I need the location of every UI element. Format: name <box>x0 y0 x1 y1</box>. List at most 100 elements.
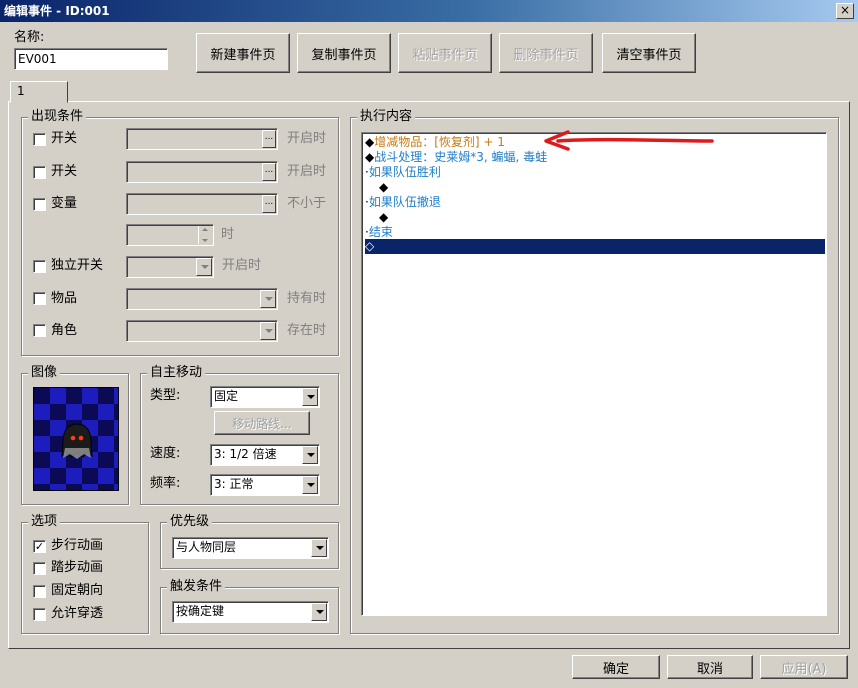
variable-browse-button[interactable]: ... <box>262 195 276 213</box>
stepper-arrows[interactable] <box>198 226 212 244</box>
move-freq-select[interactable]: 3: 正常 <box>210 474 320 496</box>
checkmark-icon: ✓ <box>34 540 45 553</box>
priority-title: 优先级 <box>167 514 213 530</box>
stepping-anim-checkbox[interactable] <box>33 562 46 575</box>
command-row[interactable]: ·如果队伍胜利 <box>365 165 825 180</box>
actor-checkbox[interactable] <box>33 324 46 337</box>
self-switch-suffix: 开启时 <box>222 258 262 273</box>
close-button[interactable]: × <box>836 3 854 19</box>
clear-page-button[interactable]: 清空事件页 <box>602 33 696 73</box>
cancel-button[interactable]: 取消 <box>667 655 753 679</box>
switch2-checkbox[interactable] <box>33 166 46 179</box>
graphic-title: 图像 <box>28 365 61 381</box>
move-type-label: 类型: <box>150 388 181 403</box>
move-freq-label: 频率: <box>150 476 181 491</box>
variable-value-stepper[interactable] <box>126 224 214 246</box>
command-bullet: ◆ <box>379 180 389 194</box>
command-text: 如果队伍撤退 <box>368 195 441 209</box>
trigger-select[interactable]: 按确定键 <box>172 601 329 623</box>
command-row[interactable]: ◆ <box>365 210 825 225</box>
priority-value: 与人物同层 <box>176 540 237 554</box>
window-title: 编辑事件 - ID:001 <box>4 4 110 18</box>
command-row[interactable]: ◆ <box>365 180 825 195</box>
chevron-down-icon <box>302 388 318 406</box>
item-select[interactable] <box>126 288 278 310</box>
switch2-browse-button[interactable]: ... <box>262 163 276 181</box>
chevron-down-icon <box>260 290 276 308</box>
new-page-button[interactable]: 新建事件页 <box>196 33 290 73</box>
move-freq-value: 3: 正常 <box>214 477 254 491</box>
chevron-down-icon <box>302 446 318 464</box>
tab-page-1[interactable]: 1 <box>10 81 68 103</box>
command-list[interactable]: ◆增减物品：[恢复剂] + 1 ◆战斗处理：史莱姆*3, 蝙蝠, 毒蛙 ·如果队… <box>361 132 827 616</box>
switch1-checkbox[interactable] <box>33 133 46 146</box>
move-type-value: 固定 <box>214 389 239 403</box>
self-switch-label: 独立开关 <box>51 258 104 273</box>
name-input[interactable]: EV001 <box>14 48 168 70</box>
through-label: 允许穿透 <box>51 606 104 621</box>
move-route-button[interactable]: 移动路线... <box>214 411 310 435</box>
move-speed-label: 速度: <box>150 446 181 461</box>
red-arrow-annotation-icon <box>544 130 714 151</box>
chevron-down-icon <box>302 476 318 494</box>
ghost-sprite-icon <box>61 423 93 459</box>
ok-button[interactable]: 确定 <box>572 655 660 679</box>
command-row[interactable]: ◆战斗处理：史莱姆*3, 蝙蝠, 毒蛙 <box>365 150 825 165</box>
item-checkbox[interactable] <box>33 292 46 305</box>
command-text: 增减物品：[恢复剂] + 1 <box>374 135 505 149</box>
variable-checkbox[interactable] <box>33 198 46 211</box>
direction-fix-label: 固定朝向 <box>51 583 104 598</box>
priority-select[interactable]: 与人物同层 <box>172 537 329 559</box>
switch2-suffix: 开启时 <box>287 164 327 179</box>
move-speed-select[interactable]: 3: 1/2 倍速 <box>210 444 320 466</box>
time-suffix: 时 <box>221 227 235 242</box>
move-type-select[interactable]: 固定 <box>210 386 320 408</box>
direction-fix-checkbox[interactable] <box>33 585 46 598</box>
apply-button[interactable]: 应用(A) <box>760 655 848 679</box>
trigger-title: 触发条件 <box>167 579 226 595</box>
chevron-down-icon <box>311 539 327 557</box>
copy-page-button[interactable]: 复制事件页 <box>297 33 391 73</box>
self-switch-checkbox[interactable] <box>33 260 46 273</box>
command-text: 战斗处理：史莱姆*3, 蝙蝠, 毒蛙 <box>374 150 548 164</box>
move-speed-value: 3: 1/2 倍速 <box>214 447 277 461</box>
switch2-field[interactable]: ... <box>126 161 278 183</box>
name-label: 名称: <box>14 30 45 45</box>
command-row[interactable]: ·结束 <box>365 225 825 240</box>
through-checkbox[interactable] <box>33 608 46 621</box>
command-row[interactable]: ·如果队伍撤退 <box>365 195 825 210</box>
item-suffix: 持有时 <box>287 291 327 306</box>
switch1-suffix: 开启时 <box>287 131 327 146</box>
delete-page-button[interactable]: 删除事件页 <box>499 33 593 73</box>
close-icon: × <box>839 3 851 17</box>
walking-anim-checkbox[interactable]: ✓ <box>33 540 46 553</box>
command-text: 结束 <box>368 225 393 239</box>
command-bullet: ◇ <box>365 239 375 253</box>
event-graphic[interactable] <box>33 387 119 491</box>
variable-label: 变量 <box>51 196 78 211</box>
self-switch-select[interactable] <box>126 256 214 278</box>
options-title: 选项 <box>28 514 61 530</box>
chevron-down-icon <box>311 603 327 621</box>
actor-select[interactable] <box>126 320 278 342</box>
switch1-browse-button[interactable]: ... <box>262 130 276 148</box>
variable-suffix: 不小于 <box>287 196 327 211</box>
walking-anim-label: 步行动画 <box>51 538 104 553</box>
command-row-selected[interactable]: ◇ <box>365 239 825 254</box>
command-bullet: ◆ <box>365 150 375 164</box>
item-label: 物品 <box>51 291 78 306</box>
switch2-label: 开关 <box>51 164 78 179</box>
trigger-value: 按确定键 <box>176 604 225 618</box>
autonomous-title: 自主移动 <box>147 365 206 381</box>
contents-title: 执行内容 <box>357 109 416 125</box>
conditions-title: 出现条件 <box>28 109 87 125</box>
command-bullet: ◆ <box>379 210 389 224</box>
chevron-down-icon <box>260 322 276 340</box>
switch1-field[interactable]: ... <box>126 128 278 150</box>
command-text: 如果队伍胜利 <box>368 165 441 179</box>
paste-page-button[interactable]: 粘贴事件页 <box>398 33 492 73</box>
switch1-label: 开关 <box>51 131 78 146</box>
stepping-anim-label: 踏步动画 <box>51 560 104 575</box>
variable-field[interactable]: ... <box>126 193 278 215</box>
command-bullet: ◆ <box>365 135 375 149</box>
